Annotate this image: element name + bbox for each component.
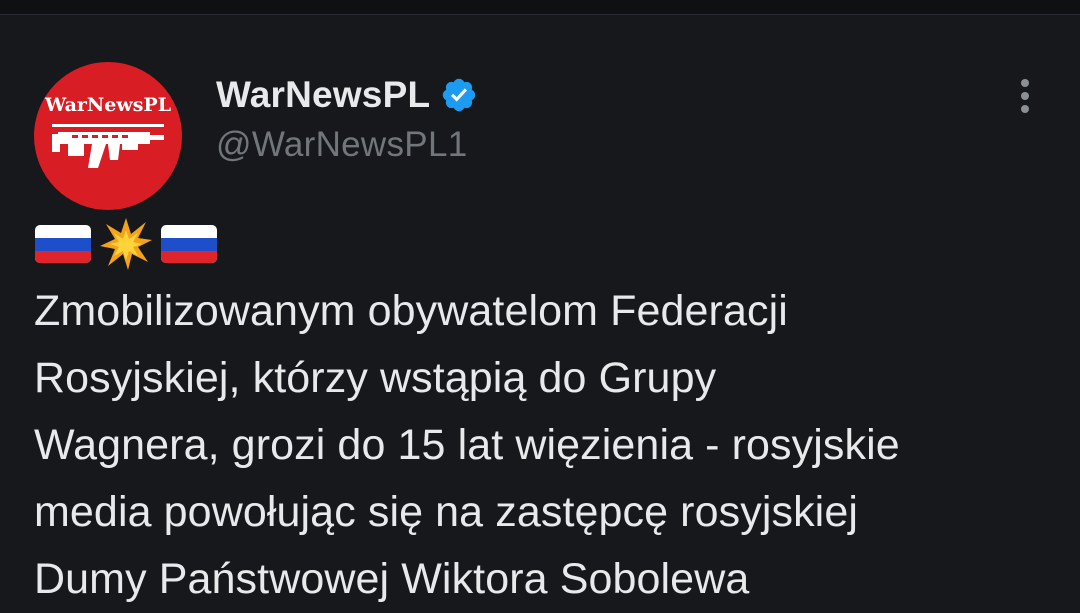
rifle-icon	[52, 124, 164, 168]
more-vertical-icon	[1021, 79, 1029, 113]
more-options-button[interactable]	[1008, 73, 1042, 125]
russia-flag-icon	[161, 225, 217, 263]
avatar-logo-text: WarNewsPL	[44, 94, 172, 116]
emoji-row	[34, 218, 218, 270]
russia-flag-icon	[35, 225, 91, 263]
handle[interactable]: @WarNewsPL1	[216, 125, 478, 165]
top-divider	[0, 0, 1080, 15]
tweet-text: Zmobilizowanym obywatelom Federacji Rosy…	[34, 287, 900, 603]
name-row: WarNewsPL	[216, 73, 478, 117]
tweet-header: WarNewsPL @WarNewsPL1	[216, 73, 478, 165]
verified-badge-icon[interactable]	[440, 76, 478, 114]
collision-icon	[100, 218, 152, 270]
display-name[interactable]: WarNewsPL	[216, 74, 430, 116]
avatar[interactable]: WarNewsPL	[34, 62, 182, 210]
tweet-card[interactable]: WarNewsPL WarNewsPL @WarNewsPL1 Zmobiliz…	[0, 15, 1080, 605]
